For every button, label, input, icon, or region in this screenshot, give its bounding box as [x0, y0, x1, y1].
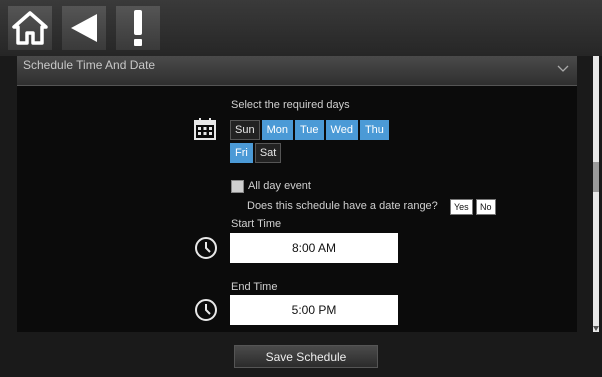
scrollbar[interactable] [593, 56, 599, 332]
clock-icon [194, 236, 218, 265]
calendar-icon [193, 117, 217, 146]
days-row-2: Fri Sat [230, 143, 283, 163]
chevron-down-icon [557, 60, 569, 78]
back-arrow-icon [67, 11, 101, 45]
days-row-1: Sun Mon Tue Wed Thu [230, 120, 391, 140]
day-fri[interactable]: Fri [230, 143, 253, 163]
date-range-no-button[interactable]: No [476, 199, 496, 215]
day-sun[interactable]: Sun [230, 120, 260, 140]
day-thu[interactable]: Thu [359, 120, 389, 140]
end-time-field[interactable]: 5:00 PM [230, 295, 398, 325]
start-time-field[interactable]: 8:00 AM [230, 233, 398, 263]
all-day-label: All day event [248, 180, 311, 192]
day-tue[interactable]: Tue [294, 120, 324, 140]
alert-icon [131, 9, 145, 47]
home-icon [11, 10, 49, 46]
day-wed[interactable]: Wed [325, 120, 358, 140]
top-bar [0, 0, 602, 56]
days-prompt: Select the required days [231, 99, 350, 111]
schedule-panel: Schedule Time And Date [17, 56, 577, 332]
start-time-label: Start Time [231, 218, 282, 230]
clock-icon [194, 298, 218, 327]
date-range-question: Does this schedule have a date range? [247, 200, 438, 212]
all-day-checkbox[interactable] [231, 180, 244, 193]
alert-button[interactable] [116, 6, 160, 50]
day-sat[interactable]: Sat [254, 143, 282, 163]
save-schedule-button[interactable]: Save Schedule [234, 345, 378, 368]
date-range-yes-button[interactable]: Yes [450, 199, 473, 215]
scroll-thumb[interactable] [593, 162, 599, 192]
section-title: Schedule Time And Date [23, 58, 156, 72]
home-button[interactable] [8, 6, 52, 50]
section-header[interactable]: Schedule Time And Date [17, 56, 577, 86]
back-button[interactable] [62, 6, 106, 50]
end-time-label: End Time [231, 281, 278, 293]
day-mon[interactable]: Mon [261, 120, 293, 140]
scroll-down-arrow[interactable] [593, 324, 599, 332]
